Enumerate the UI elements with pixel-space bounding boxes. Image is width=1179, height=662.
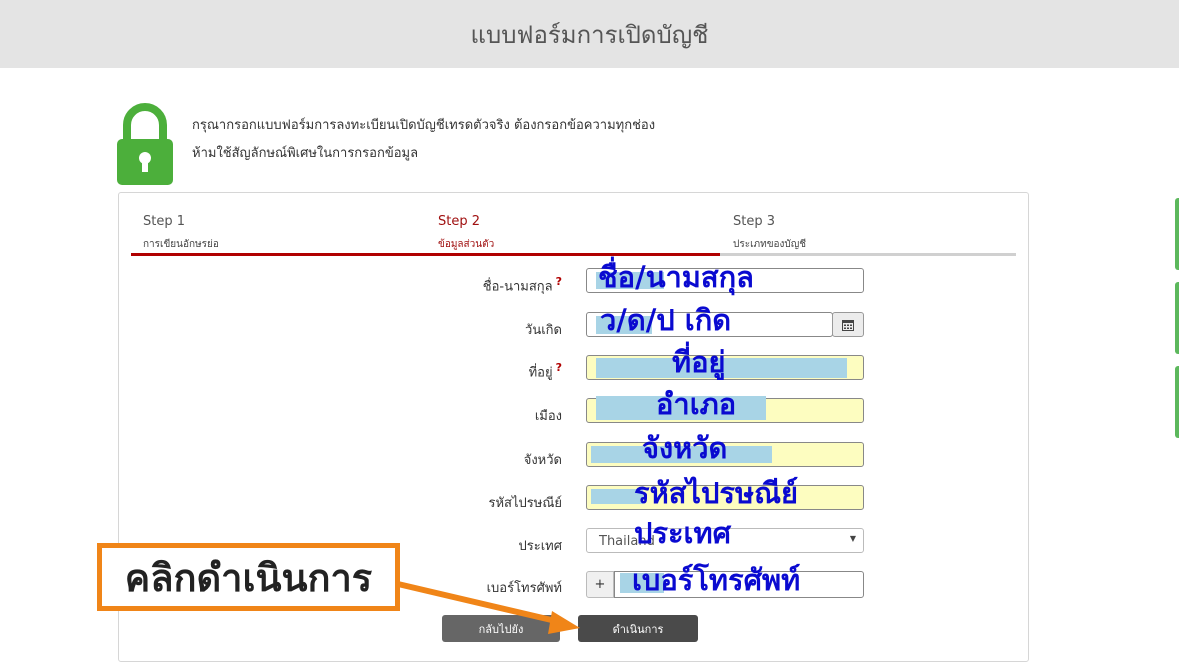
side-tab-1[interactable] (1175, 198, 1179, 270)
province-label: จังหวัด (523, 453, 562, 468)
callout-box: คลิกดำเนินการ (97, 543, 400, 611)
step-1-desc: การเขียนอักษรย่อ (143, 239, 219, 250)
required-mark: ? (555, 361, 562, 374)
annotation-address: ที่อยู่ (672, 345, 726, 379)
city-label: เมือง (534, 409, 562, 424)
annotation-phone: เบอร์โทรศัพท์ (632, 563, 801, 597)
annotation-province: จังหวัด (642, 431, 728, 465)
annotation-city: อำเภอ (656, 387, 737, 421)
intro-line-1: กรุณากรอกแบบฟอร์มการลงทะเบียนเปิดบัญชีเท… (192, 118, 656, 133)
side-tab-2[interactable] (1175, 282, 1179, 354)
step-1[interactable]: Step 1 การเขียนอักษรย่อ (143, 214, 219, 252)
dob-label: วันเกิด (525, 323, 562, 338)
back-button[interactable]: กลับไปยัง (442, 615, 560, 642)
step-2[interactable]: Step 2 ข้อมูลส่วนตัว (438, 214, 494, 252)
page-header: แบบฟอร์มการเปิดบัญชี (0, 0, 1179, 68)
step-progress-complete (131, 253, 720, 256)
address-label: ที่อยู่? (528, 361, 562, 381)
side-tab-3[interactable] (1175, 366, 1179, 438)
intro-text: กรุณากรอกแบบฟอร์มการลงทะเบียนเปิดบัญชีเท… (192, 112, 655, 168)
lock-icon (117, 103, 173, 185)
phone-prefix: + (586, 571, 614, 598)
calendar-icon (842, 319, 854, 331)
next-button[interactable]: ดำเนินการ (578, 615, 698, 642)
calendar-button[interactable] (832, 312, 864, 337)
required-mark: ? (555, 275, 562, 288)
intro-line-2: ห้ามใช้สัญลักษณ์พิเศษในการกรอกข้อมูล (192, 146, 419, 161)
page-title: แบบฟอร์มการเปิดบัญชี (470, 20, 709, 49)
step-3[interactable]: Step 3 ประเภทของบัญชี (733, 214, 806, 252)
callout-text: คลิกดำเนินการ (124, 555, 373, 600)
step-2-desc: ข้อมูลส่วนตัว (438, 239, 495, 250)
zip-label: รหัสไปรษณีย์ (488, 496, 562, 511)
country-label: ประเทศ (518, 539, 562, 554)
step-1-label: Step 1 (143, 214, 186, 229)
annotation-dob: ว/ด/ป เกิด (600, 303, 732, 337)
caret-down-icon: ▼ (849, 534, 856, 543)
annotation-country: ประเทศ (634, 516, 731, 550)
step-2-label: Step 2 (438, 214, 481, 229)
step-progress-remaining (720, 253, 1016, 256)
step-3-label: Step 3 (733, 214, 776, 229)
name-label: ชื่อ-นามสกุล? (482, 275, 562, 295)
annotation-zip: รหัสไปรษณีย์ (634, 476, 798, 510)
phone-label: เบอร์โทรศัพท์ (486, 581, 562, 596)
step-3-desc: ประเภทของบัญชี (733, 239, 807, 250)
annotation-name: ชื่อ/นามสกุล (598, 260, 754, 294)
